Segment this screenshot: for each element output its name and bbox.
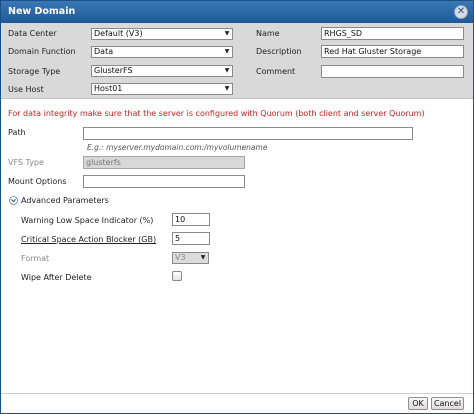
use-host-label: Use Host — [8, 85, 44, 94]
wipe-after-delete-checkbox[interactable] — [172, 271, 182, 281]
domain-function-select[interactable]: Data ▼ — [91, 46, 233, 58]
data-center-value: Default (V3) — [94, 29, 143, 38]
dialog-titlebar: New Domain ✕ — [1, 1, 473, 23]
use-host-select[interactable]: Host01 ▼ — [91, 83, 233, 95]
mount-options-input[interactable] — [83, 175, 245, 188]
chevron-down-icon: ▼ — [224, 48, 230, 55]
domain-function-value: Data — [94, 47, 114, 56]
comment-input[interactable] — [321, 65, 464, 78]
use-host-value: Host01 — [94, 84, 123, 93]
description-input[interactable]: Red Hat Gluster Storage — [321, 45, 464, 58]
format-value: V3 — [175, 253, 186, 262]
chevron-down-icon: ▼ — [224, 85, 230, 92]
top-panel: Data Center Default (V3) ▼ Domain Functi… — [1, 23, 473, 99]
close-icon[interactable]: ✕ — [454, 5, 468, 19]
warning-low-space-input[interactable]: 10 — [172, 213, 210, 226]
cancel-button[interactable]: Cancel — [431, 397, 464, 410]
critical-space-input[interactable]: 5 — [172, 232, 210, 245]
warning-low-space-label: Warning Low Space Indicator (%) — [21, 216, 154, 225]
storage-type-value: GlusterFS — [94, 66, 133, 75]
wipe-after-delete-label: Wipe After Delete — [21, 273, 92, 282]
path-label: Path — [8, 128, 26, 137]
comment-label: Comment — [256, 67, 296, 76]
chevron-down-icon: ▼ — [200, 254, 206, 261]
vfs-type-label: VFS Type — [8, 158, 44, 167]
description-label: Description — [256, 47, 302, 56]
collapse-chevron-icon[interactable] — [9, 196, 18, 205]
path-input[interactable] — [83, 127, 413, 140]
name-label: Name — [256, 29, 280, 38]
footer-divider — [1, 393, 473, 394]
format-label: Format — [21, 254, 50, 263]
domain-function-label: Domain Function — [8, 47, 76, 56]
name-input[interactable]: RHGS_SD — [321, 27, 464, 40]
advanced-parameters-toggle[interactable]: Advanced Parameters — [21, 196, 109, 205]
dialog-title: New Domain — [8, 6, 76, 17]
vfs-type-input: glusterfs — [83, 156, 245, 169]
storage-type-label: Storage Type — [8, 67, 61, 76]
chevron-down-icon: ▼ — [224, 30, 230, 37]
data-center-select[interactable]: Default (V3) ▼ — [91, 28, 233, 40]
data-center-label: Data Center — [8, 29, 57, 38]
critical-space-label: Critical Space Action Blocker (GB) — [21, 235, 157, 244]
path-hint: E.g.: myserver.mydomain.com:/myvolumenam… — [87, 143, 268, 152]
chevron-down-icon: ▼ — [224, 67, 230, 74]
storage-type-select[interactable]: GlusterFS ▼ — [91, 65, 233, 77]
ok-button[interactable]: OK — [408, 397, 428, 410]
quorum-warning: For data integrity make sure that the se… — [8, 109, 425, 118]
new-domain-dialog: New Domain ✕ Data Center Default (V3) ▼ … — [0, 0, 474, 414]
mount-options-label: Mount Options — [8, 177, 67, 186]
format-select: V3 ▼ — [172, 252, 209, 264]
